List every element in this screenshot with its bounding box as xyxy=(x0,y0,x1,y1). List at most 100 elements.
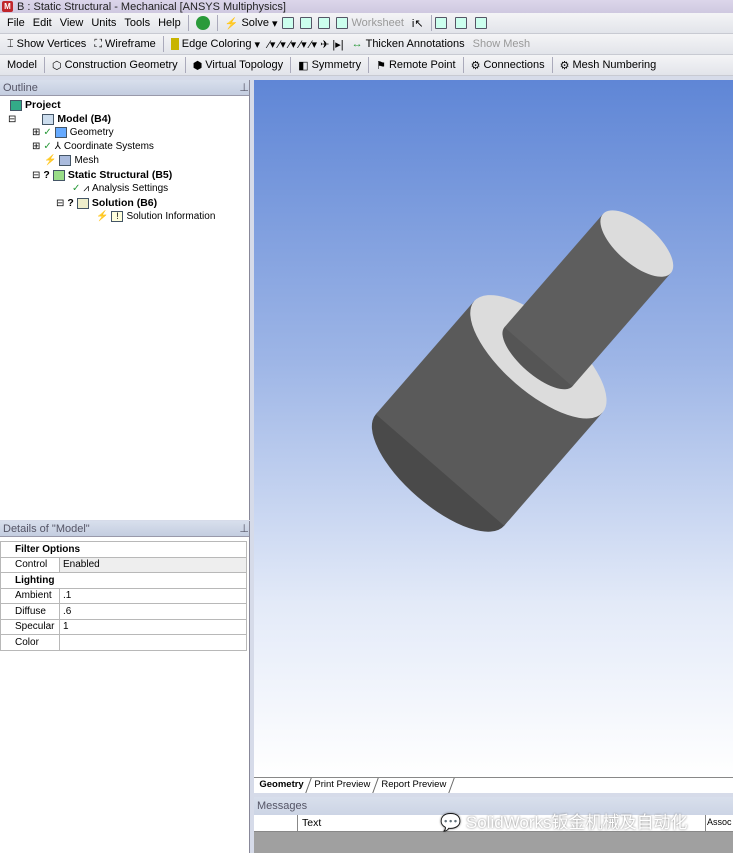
menu-edit[interactable]: Edit xyxy=(33,17,52,29)
menu-units[interactable]: Units xyxy=(91,17,116,29)
property-value[interactable]: 1 xyxy=(59,618,247,635)
property-label: Control xyxy=(0,556,60,573)
column-assoc[interactable]: Assoc xyxy=(705,815,733,831)
collapse-icon[interactable]: ⊟ xyxy=(32,170,40,181)
connections-icon: ⚙ xyxy=(470,59,481,72)
group-label: Filter Options xyxy=(0,541,247,558)
toolbar-icon[interactable] xyxy=(317,17,330,29)
question-icon: ? xyxy=(67,197,74,209)
outline-header: Outline ⊥ xyxy=(0,80,249,96)
group-filter-options[interactable]: Filter Options xyxy=(0,541,247,558)
collapse-icon[interactable]: ⊟ xyxy=(8,114,16,125)
menu-tools[interactable]: Tools xyxy=(124,17,150,29)
project-icon xyxy=(10,99,22,111)
mesh-numbering-button[interactable]: ⚙ Mesh Numbering xyxy=(560,59,657,72)
tree-node-static-structural[interactable]: ⊟? Static Structural (B5) xyxy=(32,169,172,181)
edge-style-button[interactable]: ⁄▾ ⁄▾ ⁄▾ ⁄▾ ⁄▾ ✈ |▸| xyxy=(268,38,344,51)
details-row[interactable]: Diffuse .6 xyxy=(0,603,247,620)
mesh-numbering-icon: ⚙ xyxy=(559,59,570,72)
construction-geometry-label: Construction Geometry xyxy=(64,59,178,71)
details-row[interactable]: Color xyxy=(0,634,247,651)
symmetry-button[interactable]: ◧ Symmetry xyxy=(298,59,361,72)
remote-point-button[interactable]: ⚑ Remote Point xyxy=(376,59,456,72)
wireframe-button[interactable]: ⛶ Wireframe xyxy=(94,38,155,51)
info-select-icon[interactable]: i↖ xyxy=(412,17,424,30)
tree-node-mesh[interactable]: ⚡ Mesh xyxy=(44,155,99,166)
tab-print-preview[interactable]: Print Preview xyxy=(306,778,380,793)
check-icon: ✓ xyxy=(72,183,81,194)
menu-help[interactable]: Help xyxy=(158,17,181,29)
question-icon: ? xyxy=(43,169,50,181)
mesh-icon xyxy=(59,155,72,166)
view-tabs: Geometry Print Preview Report Preview xyxy=(251,777,733,793)
node-label: Mesh xyxy=(74,155,99,166)
symmetry-icon: ◧ xyxy=(298,59,309,72)
tree-node-solution-information[interactable]: ⚡! Solution Information xyxy=(96,211,215,222)
lightning-icon: ⚡ xyxy=(44,155,57,166)
toolbar-icon[interactable] xyxy=(434,17,447,29)
tab-label: Report Preview xyxy=(381,779,447,790)
model-view xyxy=(371,210,674,532)
pin-icon[interactable]: ⊥ xyxy=(239,81,249,94)
connections-label: Connections xyxy=(483,59,545,71)
toolbar-icon[interactable] xyxy=(454,17,467,29)
tree-node-model[interactable]: ⊟ Model (B4) xyxy=(8,113,111,125)
details-row[interactable]: Specular 1 xyxy=(0,618,247,635)
connections-button[interactable]: ⚙ Connections xyxy=(471,59,545,72)
toolbar-icon[interactable] xyxy=(335,17,348,29)
toolbar-icon[interactable] xyxy=(281,17,294,29)
tree-node-analysis-settings[interactable]: ✓ ⩘ Analysis Settings xyxy=(72,183,168,194)
details-row[interactable]: Control Enabled xyxy=(0,556,247,573)
node-label: Model (B4) xyxy=(57,113,112,125)
lightning-icon: ⚡ xyxy=(224,17,239,30)
property-value[interactable]: .1 xyxy=(59,587,247,604)
expand-icon[interactable]: ⊞ xyxy=(32,127,40,138)
pin-icon[interactable]: ⊥ xyxy=(239,522,249,535)
mesh-numbering-label: Mesh Numbering xyxy=(572,59,657,71)
virtual-topology-button[interactable]: ⬢ Virtual Topology xyxy=(193,59,283,72)
group-lighting[interactable]: Lighting xyxy=(0,572,247,589)
tab-geometry[interactable]: Geometry xyxy=(251,778,313,793)
toolbar-icon[interactable] xyxy=(474,17,487,29)
check-icon[interactable] xyxy=(195,16,210,30)
property-value[interactable] xyxy=(59,634,247,651)
group-label: Lighting xyxy=(0,572,247,589)
tab-label: Geometry xyxy=(259,779,304,790)
property-value[interactable]: .6 xyxy=(59,603,247,620)
toolbar-icon[interactable] xyxy=(299,17,312,29)
graphics-viewport[interactable] xyxy=(254,80,733,777)
show-mesh-button[interactable]: Show Mesh xyxy=(473,38,530,50)
tree-node-project[interactable]: Project xyxy=(10,99,61,111)
menu-view[interactable]: View xyxy=(60,17,84,29)
property-label: Ambient xyxy=(0,587,60,604)
construction-geometry-button[interactable]: ⬡ Construction Geometry xyxy=(52,59,178,72)
model-icon xyxy=(42,113,55,125)
edge-coloring-button[interactable]: Edge Coloring ▾ xyxy=(170,38,260,51)
collapse-icon[interactable]: ⊟ xyxy=(56,198,64,209)
thicken-annotations-button[interactable]: ↔ Thicken Annotations xyxy=(352,38,465,50)
outline-panel: Outline ⊥ Project ⊟ Model (B4) ⊞ ✓ Geometry … xyxy=(0,80,250,520)
check-icon: ✓ xyxy=(43,127,52,138)
watermark-text: SolidWorks钣金机械及自动化 xyxy=(465,813,688,832)
menu-file[interactable]: File xyxy=(7,17,25,29)
shaft-model xyxy=(371,210,674,532)
outline-title: Outline xyxy=(3,81,38,94)
tab-report-preview[interactable]: Report Preview xyxy=(373,778,456,793)
details-panel: Details of "Model" ⊥ Filter Options Contr… xyxy=(0,521,250,853)
tree-node-solution[interactable]: ⊟? Solution (B6) xyxy=(56,197,157,209)
node-label: Coordinate Systems xyxy=(63,141,154,152)
property-label: Diffuse xyxy=(0,603,60,620)
show-vertices-button[interactable]: ⌶ Show Vertices xyxy=(7,38,86,51)
menu-toolbar: File Edit View Units Tools Help ⚡ Solve ▾… xyxy=(0,13,733,34)
lightning-icon: ⚡ xyxy=(96,211,109,222)
tree-node-coordinate-systems[interactable]: ⊞ ✓ ⅄ Coordinate Systems xyxy=(32,141,154,152)
window-title: B : Static Structural - Mechanical [ANSY… xyxy=(17,0,286,13)
property-value[interactable]: Enabled xyxy=(59,556,247,573)
details-row[interactable]: Ambient .1 xyxy=(0,587,247,604)
expand-icon[interactable]: ⊞ xyxy=(32,141,40,152)
tree-node-geometry[interactable]: ⊞ ✓ Geometry xyxy=(32,127,114,138)
worksheet-button[interactable]: Worksheet xyxy=(352,17,404,29)
info-icon: ! xyxy=(111,211,124,222)
solution-icon xyxy=(76,197,89,209)
solve-button[interactable]: ⚡ Solve ▾ xyxy=(225,17,278,30)
